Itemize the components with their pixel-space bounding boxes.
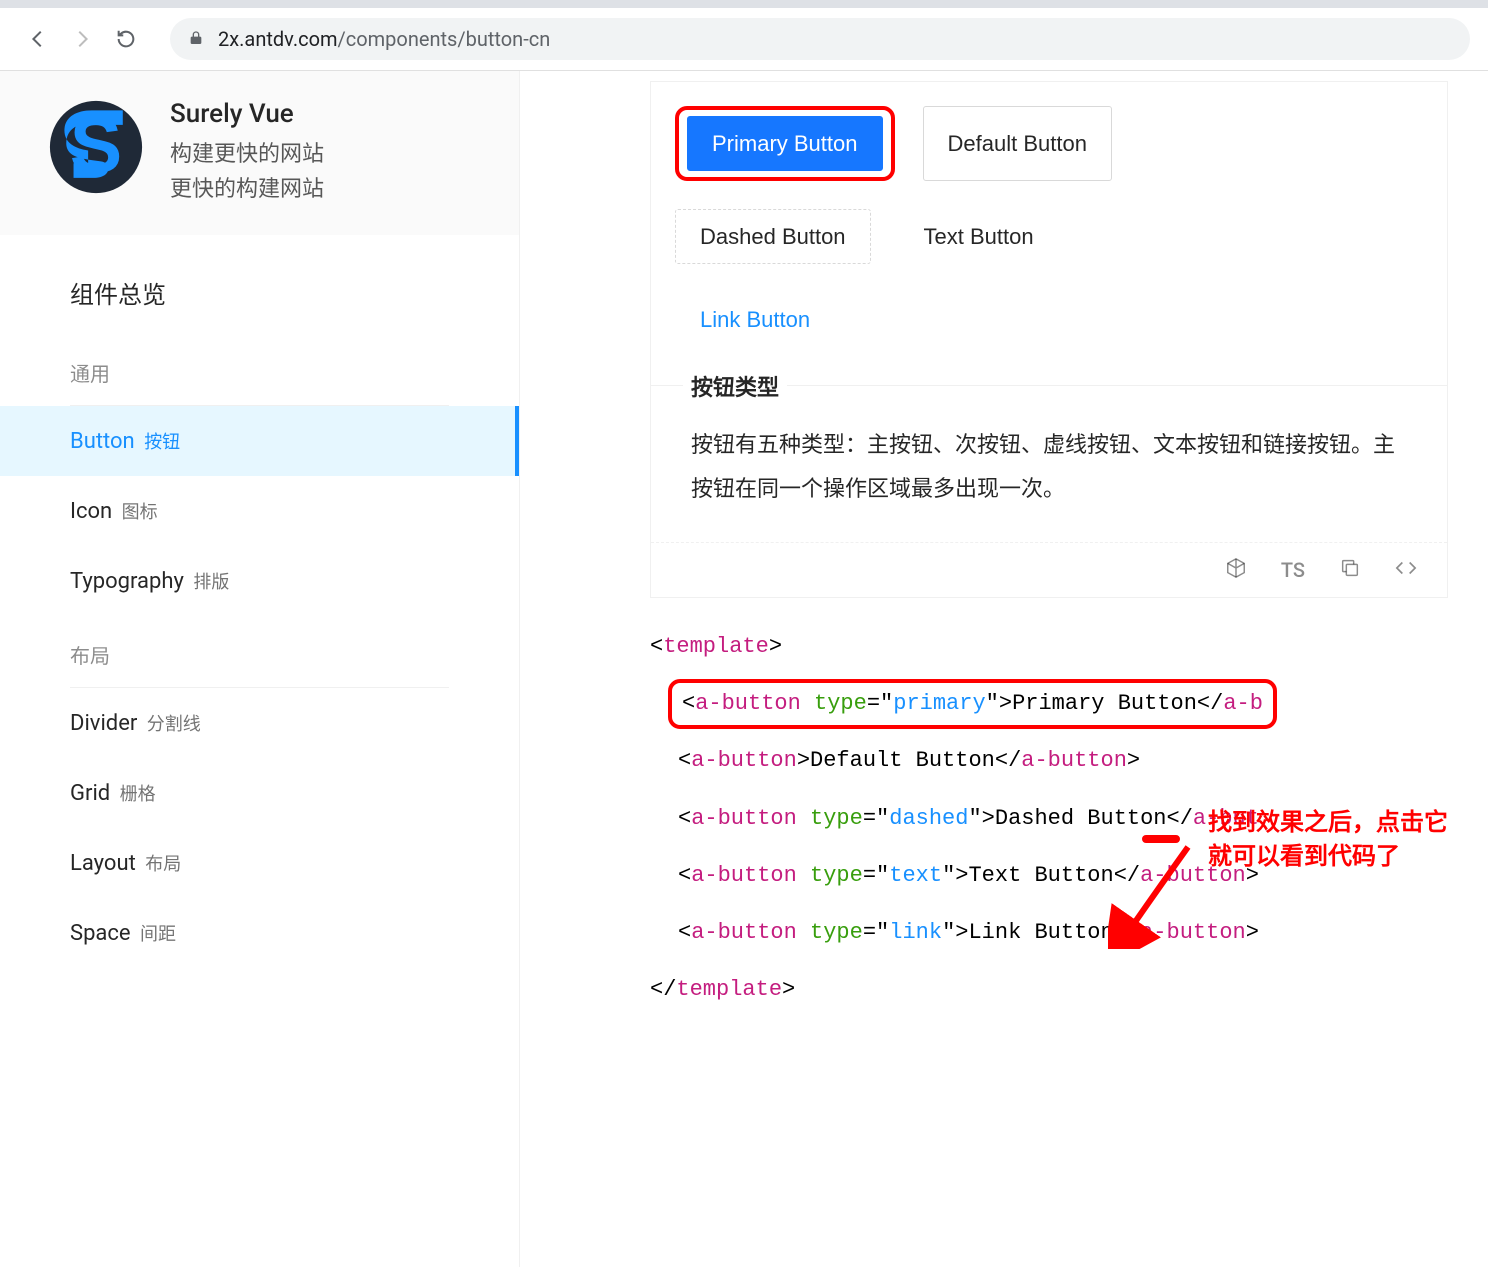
sidebar: S Surely Vue 构建更快的网站 更快的构建网站 组件总览 通用 But…: [0, 71, 520, 1267]
reload-button[interactable]: [106, 19, 146, 59]
menu-item-space[interactable]: Space 间距: [0, 898, 519, 968]
demo-actions-bar: TS: [651, 542, 1447, 597]
link-button[interactable]: Link Button: [675, 292, 835, 347]
menu-item-layout[interactable]: Layout 布局: [0, 828, 519, 898]
codesandbox-icon[interactable]: [1225, 557, 1247, 583]
default-button[interactable]: Default Button: [923, 106, 1112, 181]
menu-group-layout: 布局: [0, 616, 519, 681]
promo-surely-vue[interactable]: S Surely Vue 构建更快的网站 更快的构建网站: [0, 71, 519, 235]
menu-item-grid[interactable]: Grid 栅格: [0, 758, 519, 828]
svg-text:S: S: [70, 101, 123, 189]
demo-preview: Primary Button Default Button Dashed But…: [651, 82, 1447, 385]
text-button[interactable]: Text Button: [899, 209, 1059, 264]
demo-section-title: 按钮类型: [683, 370, 787, 402]
menu-item-button[interactable]: Button 按钮: [0, 406, 519, 476]
forward-button[interactable]: [62, 19, 102, 59]
dashed-button[interactable]: Dashed Button: [675, 209, 871, 264]
annotation-highlight-primary: Primary Button: [675, 106, 895, 181]
menu-overview[interactable]: 组件总览: [0, 251, 519, 334]
lock-icon: [188, 27, 204, 51]
expand-code-icon[interactable]: [1395, 557, 1417, 583]
surely-vue-logo: S: [48, 99, 144, 195]
url-text: 2x.antdv.com/components/button-cn: [218, 27, 550, 51]
annotation-underline: [1142, 835, 1180, 843]
menu-group-general: 通用: [0, 334, 519, 399]
demo-section-desc: 按钮有五种类型：主按钮、次按钮、虚线按钮、文本按钮和链接按钮。主按钮在同一个操作…: [691, 424, 1407, 512]
address-bar[interactable]: 2x.antdv.com/components/button-cn: [170, 18, 1470, 60]
promo-title: Surely Vue: [170, 99, 324, 129]
copy-icon[interactable]: [1339, 557, 1361, 583]
menu-item-divider[interactable]: Divider 分割线: [0, 688, 519, 758]
menu-item-typography[interactable]: Typography 排版: [0, 546, 519, 616]
promo-subtitle-1: 构建更快的网站: [170, 137, 324, 172]
promo-subtitle-2: 更快的构建网站: [170, 172, 324, 207]
browser-toolbar: 2x.antdv.com/components/button-cn: [0, 8, 1488, 71]
window-chrome: [0, 0, 1488, 8]
primary-button[interactable]: Primary Button: [687, 116, 883, 171]
typescript-toggle[interactable]: TS: [1281, 558, 1305, 582]
component-menu: 组件总览 通用 Button 按钮 Icon 图标 Typography 排版 …: [0, 235, 519, 968]
demo-card: Primary Button Default Button Dashed But…: [650, 81, 1448, 598]
back-button[interactable]: [18, 19, 58, 59]
annotation-callout: 找到效果之后，点击它 就可以看到代码了: [1208, 806, 1488, 873]
main-content: Primary Button Default Button Dashed But…: [520, 71, 1488, 1267]
menu-item-icon[interactable]: Icon 图标: [0, 476, 519, 546]
